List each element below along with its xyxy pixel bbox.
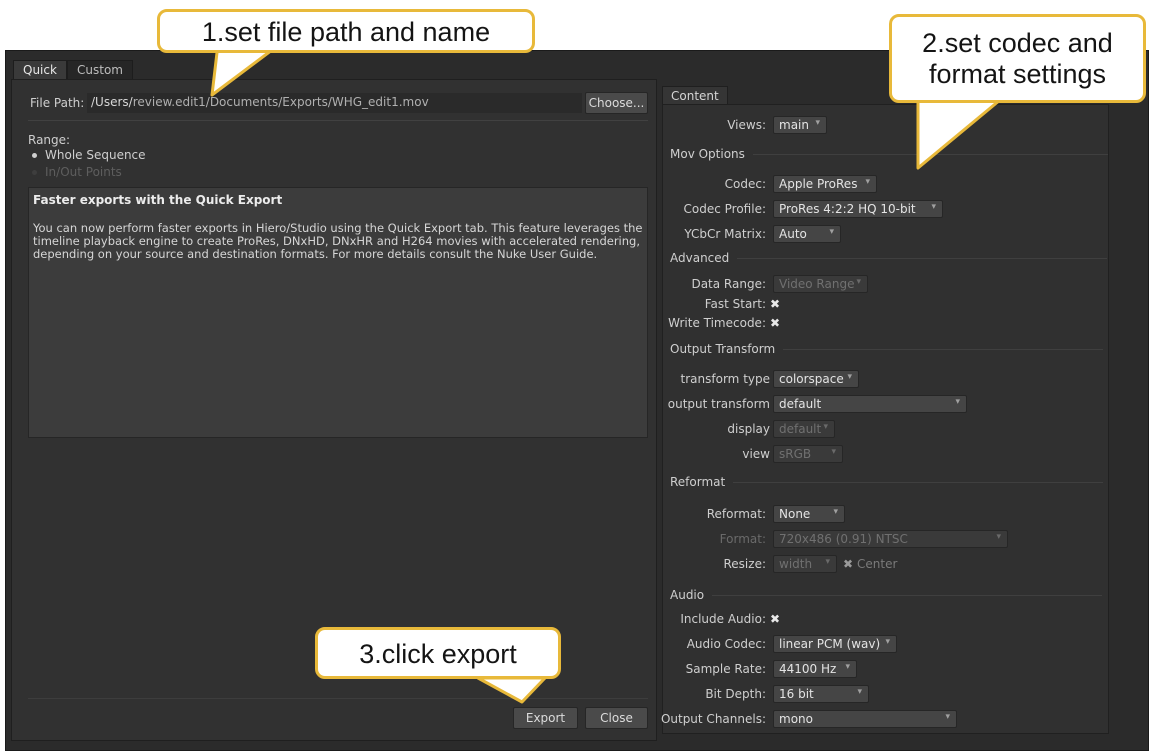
callout-pointers <box>210 42 1002 704</box>
callout-codec: 2.set codec and format settings <box>889 14 1146 103</box>
callout-file-path: 1.set file path and name <box>157 9 535 53</box>
callout-codec-line1: 2.set codec and <box>922 28 1113 58</box>
callout-3-pointer <box>476 676 547 704</box>
callout-codec-line2: format settings <box>928 59 1107 89</box>
callout-2-pointer <box>916 98 1002 170</box>
callout-export: 3.click export <box>315 627 561 679</box>
